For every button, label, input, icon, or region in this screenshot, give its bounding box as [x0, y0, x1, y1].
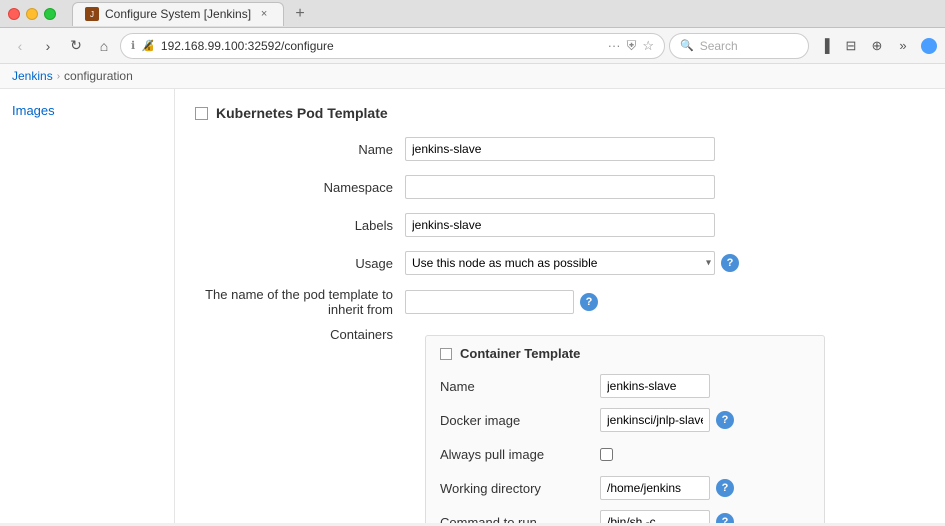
tab-title: Configure System [Jenkins]	[105, 7, 251, 21]
command-row: Command to run ?	[440, 509, 810, 523]
usage-input-group: Use this node as much as possible Only b…	[405, 251, 739, 275]
breadcrumb-current: configuration	[64, 69, 133, 83]
tab-close-button[interactable]: ×	[257, 7, 271, 21]
container-name-input[interactable]	[600, 374, 710, 398]
container-template-section: Container Template Name Docker image ?	[425, 335, 825, 523]
working-dir-label: Working directory	[440, 481, 600, 496]
usage-row: Usage Use this node as much as possible …	[195, 249, 925, 277]
namespace-label: Namespace	[195, 180, 405, 195]
maximize-button[interactable]	[44, 8, 56, 20]
working-dir-row: Working directory ?	[440, 475, 810, 501]
title-bar: J Configure System [Jenkins] × +	[0, 0, 945, 28]
address-path: /configure	[281, 39, 334, 53]
sidebar: Images	[0, 89, 175, 523]
traffic-lights	[8, 8, 56, 20]
docker-image-input[interactable]	[600, 408, 710, 432]
labels-input[interactable]	[405, 213, 715, 237]
command-input[interactable]	[600, 510, 710, 523]
inherit-from-label: The name of the pod template to inherit …	[195, 287, 405, 317]
namespace-input[interactable]	[405, 175, 715, 199]
usage-select-wrapper: Use this node as much as possible Only b…	[405, 251, 715, 275]
always-pull-label: Always pull image	[440, 447, 600, 462]
nav-bar: ‹ › ↻ ⌂ ℹ 🔏 192.168.99.100:32592/configu…	[0, 28, 945, 64]
user-avatar	[921, 38, 937, 54]
labels-label: Labels	[195, 218, 405, 233]
breadcrumb-separator: ›	[57, 71, 60, 82]
container-template-checkbox[interactable]	[440, 348, 452, 360]
overflow-icon[interactable]: »	[891, 34, 915, 58]
more-options-icon[interactable]: ···	[608, 38, 621, 53]
docker-image-help-icon[interactable]: ?	[716, 411, 734, 429]
name-input[interactable]	[405, 137, 715, 161]
usage-help-icon[interactable]: ?	[721, 254, 739, 272]
name-row: Name	[195, 135, 925, 163]
address-port: :32592	[244, 39, 281, 53]
new-tab-button[interactable]: +	[288, 2, 312, 26]
tab-bar: J Configure System [Jenkins] × +	[72, 2, 937, 26]
command-help-icon[interactable]: ?	[716, 513, 734, 523]
main-content: Images Kubernetes Pod Template Name Name…	[0, 89, 945, 523]
tab-favicon: J	[85, 7, 99, 21]
usage-label: Usage	[195, 256, 405, 271]
reload-button[interactable]: ↻	[64, 34, 88, 58]
working-dir-help-icon[interactable]: ?	[716, 479, 734, 497]
pod-template-checkbox[interactable]	[195, 107, 208, 120]
sidebar-item-images[interactable]: Images	[0, 99, 174, 122]
active-tab[interactable]: J Configure System [Jenkins] ×	[72, 2, 284, 26]
home-button[interactable]: ⌂	[92, 34, 116, 58]
address-bar[interactable]: ℹ 🔏 192.168.99.100:32592/configure ··· ⛨…	[120, 33, 665, 59]
address-host: 192.168.99.100	[161, 39, 244, 53]
address-text: 192.168.99.100:32592/configure	[161, 39, 602, 53]
docker-image-label: Docker image	[440, 413, 600, 428]
pod-template-section-header: Kubernetes Pod Template	[195, 105, 925, 121]
container-name-label: Name	[440, 379, 600, 394]
search-placeholder: Search	[700, 39, 738, 53]
breadcrumb: Jenkins › configuration	[0, 64, 945, 89]
containers-label: Containers	[195, 327, 405, 342]
search-icon: 🔍	[680, 39, 694, 52]
forward-button[interactable]: ›	[36, 34, 60, 58]
always-pull-checkbox[interactable]	[600, 448, 613, 461]
container-template-header: Container Template	[440, 346, 810, 361]
labels-row: Labels	[195, 211, 925, 239]
container-template-title: Container Template	[460, 346, 580, 361]
always-pull-row: Always pull image	[440, 441, 810, 467]
lock-icon: 🔏	[141, 39, 155, 52]
back-button[interactable]: ‹	[8, 34, 32, 58]
name-label: Name	[195, 142, 405, 157]
docker-image-input-group: ?	[600, 408, 734, 432]
inherit-from-row: The name of the pod template to inherit …	[195, 287, 925, 317]
close-button[interactable]	[8, 8, 20, 20]
minimize-button[interactable]	[26, 8, 38, 20]
working-dir-input[interactable]	[600, 476, 710, 500]
search-bar[interactable]: 🔍 Search	[669, 33, 809, 59]
namespace-row: Namespace	[195, 173, 925, 201]
sidebar-toggle-icon[interactable]: ▐	[813, 34, 837, 58]
toolbar-icons: ▐ ⊟ ⊕ »	[813, 34, 937, 58]
command-input-group: ?	[600, 510, 734, 523]
docker-image-row: Docker image ?	[440, 407, 810, 433]
breadcrumb-home[interactable]: Jenkins	[12, 69, 53, 83]
split-view-icon[interactable]: ⊟	[839, 34, 863, 58]
bookmark-icon[interactable]: ☆	[642, 38, 654, 54]
inherit-from-input-group: ?	[405, 290, 598, 314]
container-name-row: Name	[440, 373, 810, 399]
pod-template-title: Kubernetes Pod Template	[216, 105, 388, 121]
extensions-icon[interactable]: ⊕	[865, 34, 889, 58]
content-area: Kubernetes Pod Template Name Namespace L…	[175, 89, 945, 523]
shield-icon: ⛨	[627, 38, 637, 54]
inherit-from-help-icon[interactable]: ?	[580, 293, 598, 311]
inherit-from-input[interactable]	[405, 290, 574, 314]
containers-row: Containers Container Template Name Docke…	[195, 327, 925, 523]
working-dir-input-group: ?	[600, 476, 734, 500]
command-label: Command to run	[440, 515, 600, 524]
usage-select[interactable]: Use this node as much as possible Only b…	[405, 251, 715, 275]
info-icon: ℹ	[131, 39, 135, 52]
